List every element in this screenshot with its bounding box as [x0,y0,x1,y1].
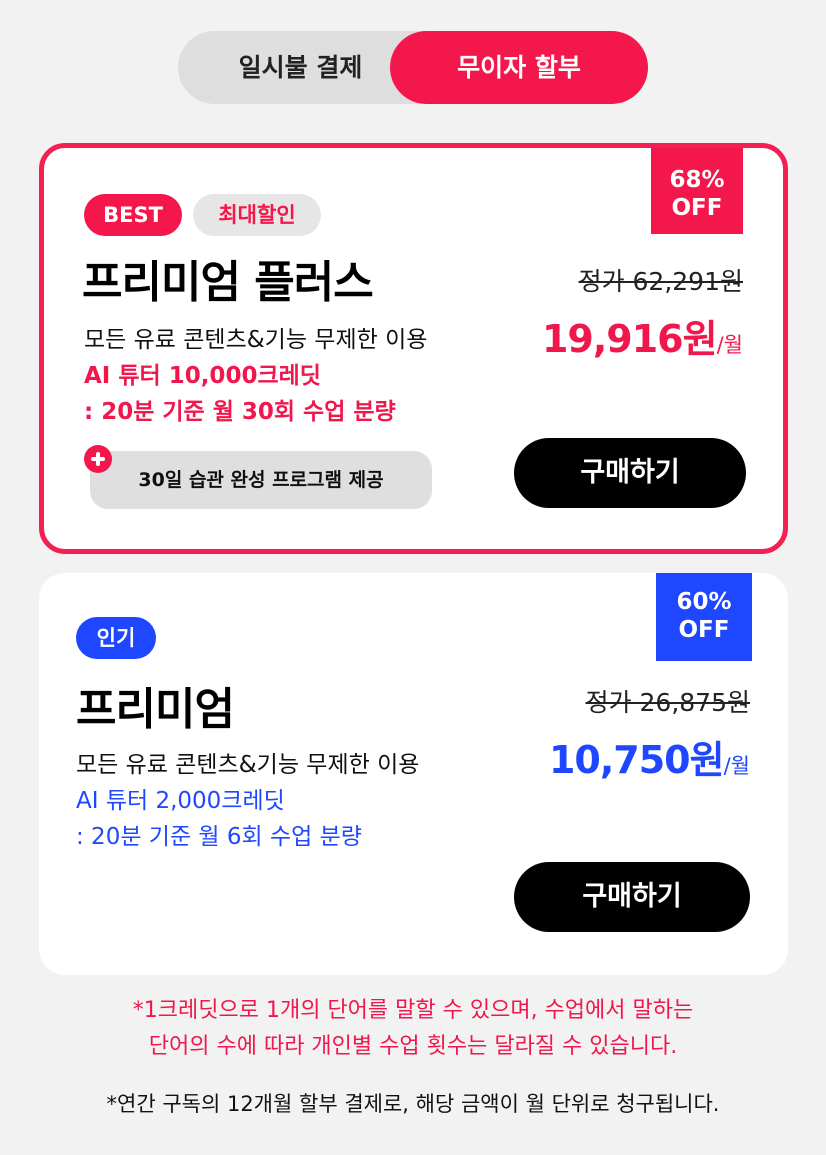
best-badge: BEST [84,194,182,236]
discount-badge: 68% OFF [651,148,743,234]
max-discount-badge: 최대할인 [193,194,321,236]
popular-badge: 인기 [76,617,156,659]
plan-title: 프리미엄 플러스 [82,257,374,308]
discount-off-label: OFF [678,617,730,643]
sale-price-amount: 19,916원 [541,317,718,361]
bonus-program-chip: 30일 습관 완성 프로그램 제공 [90,451,432,509]
plus-icon [84,445,112,473]
plan-title: 프리미엄 [76,684,235,735]
plan-feature: 모든 유료 콘텐츠&기능 무제한 이용 [84,327,428,353]
credit-footnote: *1크레딧으로 1개의 단어를 말할 수 있으며, 수업에서 말하는 단어의 수… [0,993,826,1065]
plan-card-premium: 60% OFF 인기 프리미엄 모든 유료 콘텐츠&기능 무제한 이용 AI 튜… [39,573,788,975]
plan-description: 모든 유료 콘텐츠&기능 무제한 이용 AI 튜터 10,000크레딧 : 20… [84,322,427,430]
buy-button-premium-plus[interactable]: 구매하기 [514,438,746,508]
plan-credits-detail: : 20분 기준 월 30회 수업 분량 [84,399,396,425]
discount-off-label: OFF [671,195,723,221]
sale-price-unit: /월 [723,754,750,778]
sale-price: 19,916원/월 [542,308,743,363]
plan-credits: AI 튜터 2,000크레딧 [76,788,285,814]
sale-price-amount: 10,750원 [548,738,725,782]
sale-price: 10,750원/월 [549,729,750,784]
plan-feature: 모든 유료 콘텐츠&기능 무제한 이용 [76,752,420,778]
plan-credits-detail: : 20분 기준 월 6회 수업 분량 [76,824,362,850]
original-price: 정가 26,875원 [585,688,750,717]
credit-footnote-line: 단어의 수에 따라 개인별 수업 횟수는 달라질 수 있습니다. [148,1034,678,1059]
discount-percent: 68% [669,167,725,193]
discount-percent: 60% [676,589,732,615]
original-price: 정가 62,291원 [578,267,743,296]
plan-card-premium-plus: 68% OFF BEST 최대할인 프리미엄 플러스 모든 유료 콘텐츠&기능 … [39,143,788,554]
credit-footnote-line: *1크레딧으로 1개의 단어를 말할 수 있으며, 수업에서 말하는 [132,998,694,1023]
plan-credits: AI 튜터 10,000크레딧 [84,363,321,389]
discount-badge: 60% OFF [656,573,752,661]
sale-price-unit: /월 [716,333,743,357]
plan-description: 모든 유료 콘텐츠&기능 무제한 이용 AI 튜터 2,000크레딧 : 20분… [76,747,419,855]
buy-button-premium[interactable]: 구매하기 [514,862,750,932]
tab-installment[interactable]: 무이자 할부 [390,31,648,104]
billing-footnote: *연간 구독의 12개월 할부 결제로, 해당 금액이 월 단위로 청구됩니다. [106,1092,720,1116]
payment-type-toggle: 일시불 결제 무이자 할부 [178,31,648,104]
tab-lump-sum[interactable]: 일시불 결제 [178,31,423,104]
